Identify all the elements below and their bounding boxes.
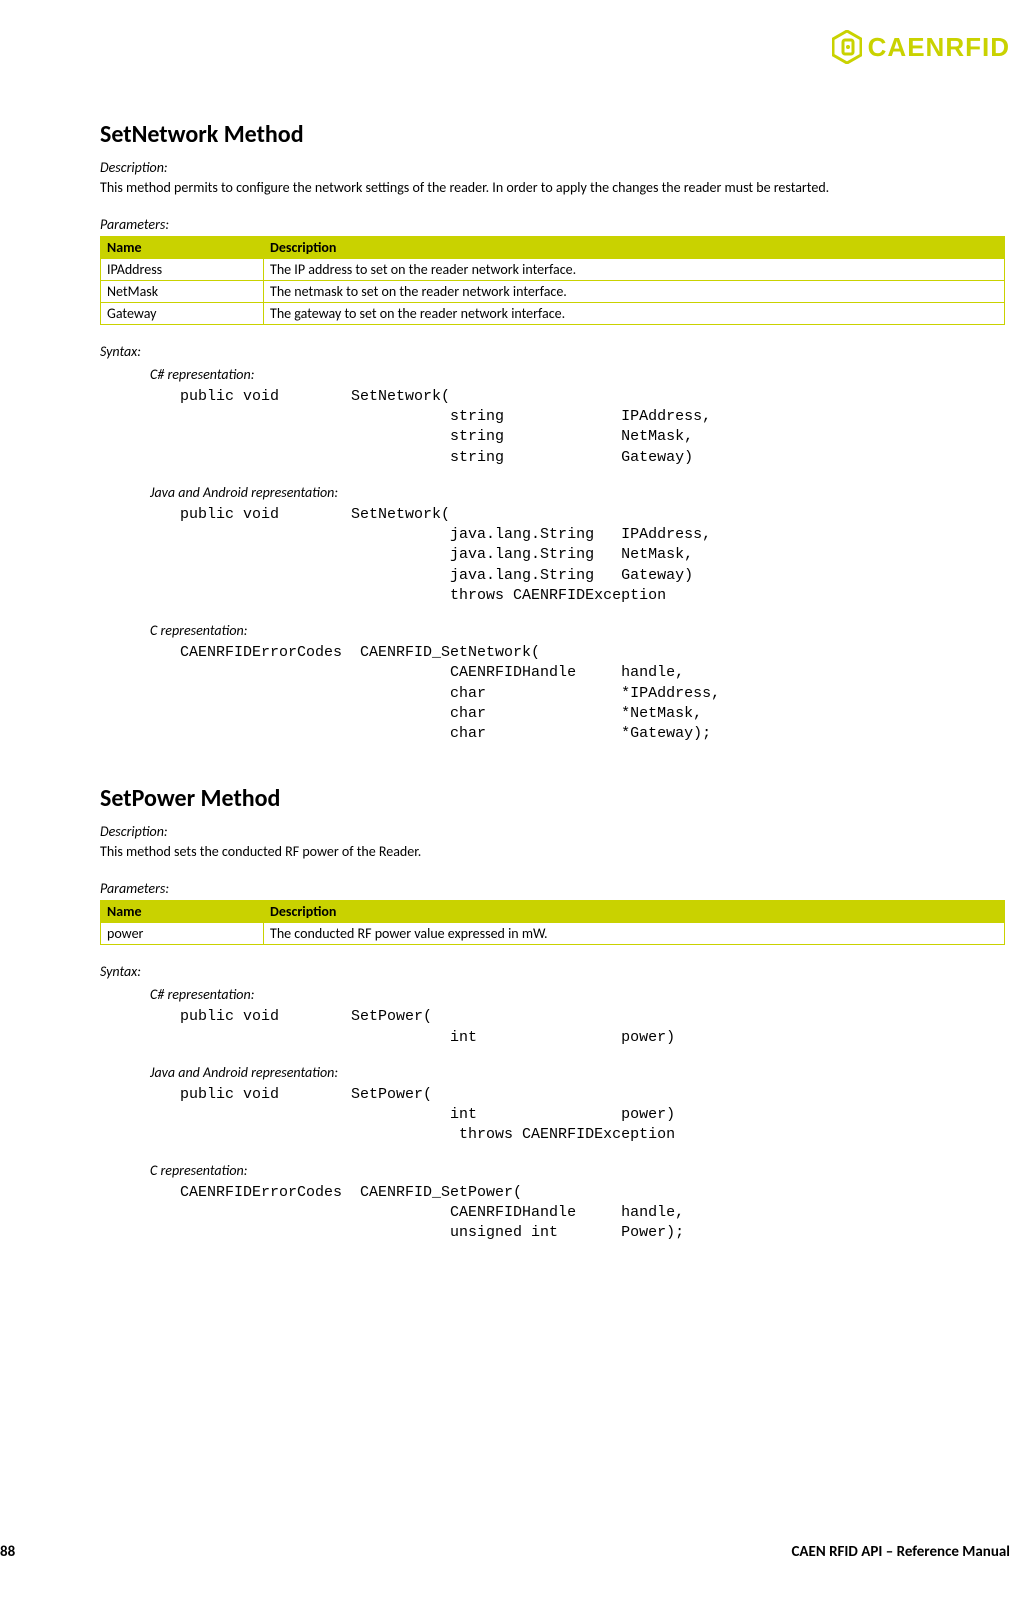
parameters-table: Name Description power The conducted RF … bbox=[100, 900, 1005, 945]
table-cell: The conducted RF power value expressed i… bbox=[264, 923, 1005, 945]
java-label: Java and Android representation: bbox=[150, 1064, 1010, 1081]
brand-logo: CAENRFID bbox=[832, 30, 1010, 64]
description-text: This method sets the conducted RF power … bbox=[100, 843, 1010, 862]
java-label: Java and Android representation: bbox=[150, 484, 1010, 501]
description-text: This method permits to configure the net… bbox=[100, 179, 1010, 198]
table-cell: Gateway bbox=[101, 302, 264, 324]
c-code: CAENRFIDErrorCodes CAENRFID_SetNetwork( … bbox=[180, 643, 1010, 744]
csharp-label: C# representation: bbox=[150, 366, 1010, 383]
syntax-label: Syntax: bbox=[100, 343, 1010, 360]
table-header-desc: Description bbox=[264, 901, 1005, 923]
table-cell: power bbox=[101, 923, 264, 945]
c-label: C representation: bbox=[150, 1162, 1010, 1179]
page-number: 88 bbox=[0, 1543, 15, 1561]
hexagon-icon bbox=[832, 30, 862, 64]
logo-text: CAENRFID bbox=[868, 32, 1010, 63]
table-row: NetMask The netmask to set on the reader… bbox=[101, 280, 1005, 302]
table-row: IPAddress The IP address to set on the r… bbox=[101, 258, 1005, 280]
table-cell: NetMask bbox=[101, 280, 264, 302]
syntax-label: Syntax: bbox=[100, 963, 1010, 980]
description-label: Description: bbox=[100, 823, 1010, 840]
java-code: public void SetPower( int power) throws … bbox=[180, 1085, 1010, 1146]
method-title: SetPower Method bbox=[100, 784, 1010, 813]
page-footer: 88 CAEN RFID API – Reference Manual bbox=[0, 1543, 1010, 1561]
c-code: CAENRFIDErrorCodes CAENRFID_SetPower( CA… bbox=[180, 1183, 1010, 1244]
table-cell: The netmask to set on the reader network… bbox=[264, 280, 1005, 302]
method-title: SetNetwork Method bbox=[100, 120, 1010, 149]
table-cell: The IP address to set on the reader netw… bbox=[264, 258, 1005, 280]
parameters-label: Parameters: bbox=[100, 216, 1010, 233]
java-code: public void SetNetwork( java.lang.String… bbox=[180, 505, 1010, 606]
table-header-desc: Description bbox=[264, 236, 1005, 258]
csharp-code: public void SetNetwork( string IPAddress… bbox=[180, 387, 1010, 468]
parameters-label: Parameters: bbox=[100, 880, 1010, 897]
parameters-table: Name Description IPAddress The IP addres… bbox=[100, 236, 1005, 325]
doc-title: CAEN RFID API – Reference Manual bbox=[791, 1543, 1010, 1561]
c-label: C representation: bbox=[150, 622, 1010, 639]
table-cell: The gateway to set on the reader network… bbox=[264, 302, 1005, 324]
table-row: Gateway The gateway to set on the reader… bbox=[101, 302, 1005, 324]
description-label: Description: bbox=[100, 159, 1010, 176]
csharp-label: C# representation: bbox=[150, 986, 1010, 1003]
table-header-name: Name bbox=[101, 901, 264, 923]
table-cell: IPAddress bbox=[101, 258, 264, 280]
csharp-code: public void SetPower( int power) bbox=[180, 1007, 1010, 1048]
table-row: power The conducted RF power value expre… bbox=[101, 923, 1005, 945]
table-header-name: Name bbox=[101, 236, 264, 258]
